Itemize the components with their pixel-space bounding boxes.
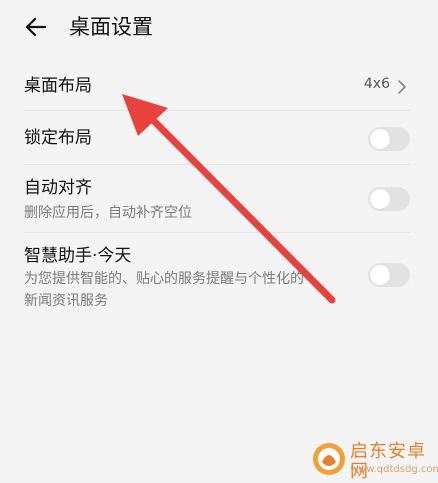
back-arrow-icon[interactable] xyxy=(22,12,52,42)
chevron-right-icon xyxy=(398,80,406,94)
divider xyxy=(24,164,410,165)
auto-align-row: 自动对齐 删除应用后，自动补齐空位 xyxy=(24,174,410,226)
divider xyxy=(24,232,410,233)
auto-align-label: 自动对齐 xyxy=(24,178,92,198)
divider xyxy=(24,110,410,111)
watermark-logo-icon xyxy=(313,443,345,475)
auto-align-toggle[interactable] xyxy=(368,187,410,211)
toggle-knob xyxy=(370,129,390,149)
page-title: 桌面设置 xyxy=(69,15,153,39)
lock-layout-toggle[interactable] xyxy=(368,127,410,151)
auto-align-desc: 删除应用后，自动补齐空位 xyxy=(24,205,192,221)
toggle-knob xyxy=(370,265,390,285)
smart-assistant-desc-line1: 为您提供智能的、贴心的服务提醒与个性化的 xyxy=(24,271,304,287)
toggle-knob xyxy=(370,189,390,209)
lock-layout-label: 锁定布局 xyxy=(24,128,92,148)
smart-assistant-row: 智慧助手·今天 为您提供智能的、贴心的服务提醒与个性化的 新闻资讯服务 xyxy=(24,242,410,314)
watermark-url: www.qdtdsdg.com xyxy=(350,464,438,475)
desktop-layout-value: 4x6 xyxy=(363,76,390,92)
watermark: 启东安卓网 www.qdtdsdg.com xyxy=(308,436,438,483)
lock-layout-row: 锁定布局 xyxy=(24,124,410,154)
desktop-layout-label: 桌面布局 xyxy=(24,76,92,96)
watermark-name: 启东安卓网 xyxy=(350,441,426,482)
smart-assistant-toggle[interactable] xyxy=(368,263,410,287)
header-bar: 桌面设置 xyxy=(0,0,438,56)
smart-assistant-desc-line2: 新闻资讯服务 xyxy=(24,293,108,309)
desktop-layout-row[interactable]: 桌面布局 4x6 xyxy=(24,72,410,102)
smart-assistant-label: 智慧助手·今天 xyxy=(24,246,132,266)
